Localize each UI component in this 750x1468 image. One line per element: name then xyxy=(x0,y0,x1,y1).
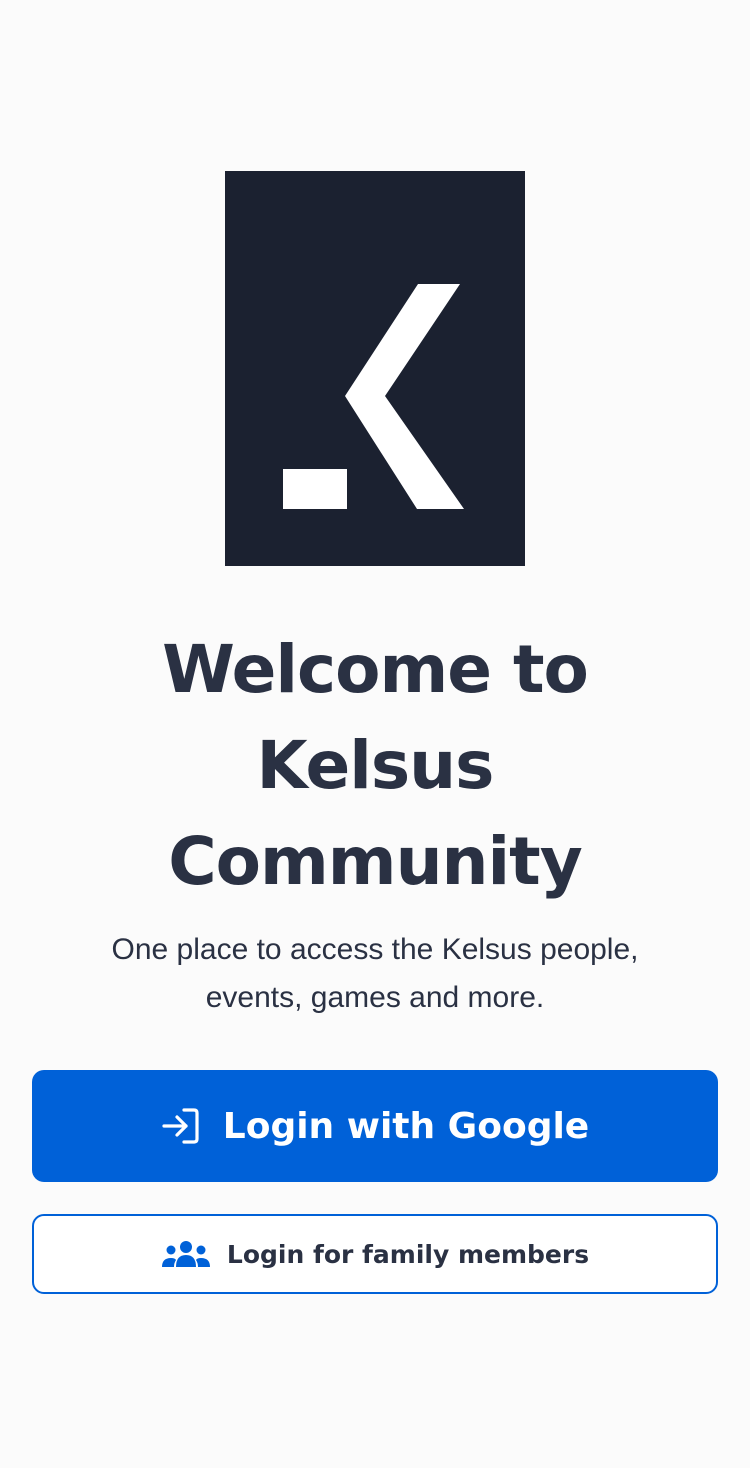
title-line-1: Welcome to xyxy=(162,631,589,708)
login-with-google-button[interactable]: Login with Google xyxy=(32,1070,718,1182)
page-title: Welcome to Kelsus Community xyxy=(40,622,710,910)
welcome-screen: Welcome to Kelsus Community One place to… xyxy=(0,0,750,1468)
login-family-members-label: Login for family members xyxy=(226,1239,590,1269)
title-line-2: Kelsus xyxy=(256,727,495,804)
page-subtitle: One place to access the Kelsus people, e… xyxy=(60,926,690,1022)
login-with-google-label: Login with Google xyxy=(222,1105,590,1147)
kelsus-logo xyxy=(225,171,525,566)
title-line-3: Community xyxy=(168,823,582,900)
login-family-members-button[interactable]: Login for family members xyxy=(32,1214,718,1294)
login-arrow-icon xyxy=(161,1106,201,1146)
kelsus-logo-icon xyxy=(283,284,464,509)
subtitle-line-2: events, games and more. xyxy=(205,981,545,1014)
users-group-icon xyxy=(161,1239,211,1269)
subtitle-line-1: One place to access the Kelsus people, xyxy=(111,933,639,966)
